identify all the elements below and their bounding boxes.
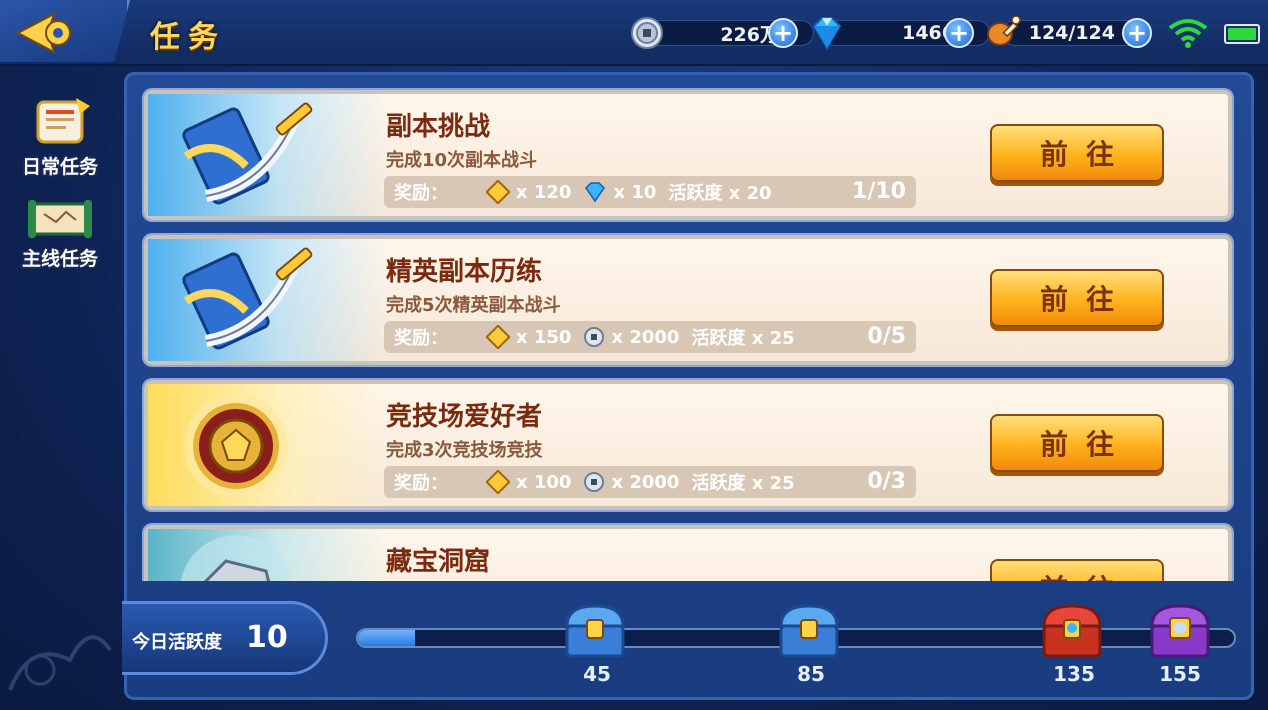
chest-45[interactable]	[563, 602, 627, 662]
reward-item: x 120	[486, 180, 571, 204]
reward-bar: 奖励： x 150 x 2000 活跃度 x 25 0/5	[384, 321, 916, 353]
reward-item: 活跃度 x 25	[691, 328, 795, 349]
coin-icon	[631, 17, 663, 49]
activity-label: 今日活跃度	[132, 632, 222, 653]
diamond-icon	[585, 182, 606, 203]
coin-icon	[584, 472, 605, 492]
chest-85[interactable]	[777, 602, 841, 662]
reward-item: x 2000	[583, 471, 679, 493]
reward-bar: 奖励： x 100 x 2000 活跃度 x 25 0/3	[384, 466, 916, 498]
task-title: 副本挑战	[386, 112, 491, 142]
task-description: 完成5次精英副本战斗	[386, 295, 561, 316]
sword-icon	[182, 247, 313, 350]
task-description: 完成3次竞技场竞技	[386, 440, 543, 461]
activity-value: 10	[246, 620, 288, 655]
reward-label: 奖励：	[394, 183, 448, 204]
tab-main-tasks[interactable]: 主线任务	[14, 196, 106, 271]
go-button[interactable]: 前往	[990, 124, 1164, 182]
ticket-icon	[486, 470, 510, 494]
reward-item: x 100	[486, 470, 571, 494]
red-chest-icon	[1042, 604, 1102, 658]
wifi-icon	[1168, 19, 1208, 48]
chest-135-label: 135	[1053, 662, 1095, 686]
go-button[interactable]: 前往	[990, 414, 1164, 472]
ticket-icon	[486, 325, 510, 349]
task-art	[148, 94, 388, 216]
reward-item: x 10	[583, 181, 656, 203]
back-arrow-icon	[15, 11, 71, 55]
drumstick-icon	[987, 15, 1021, 46]
add-coin-button[interactable]: +	[768, 18, 798, 48]
task-art	[148, 529, 388, 581]
task-progress: 0/5	[867, 324, 906, 349]
chest-155[interactable]	[1148, 602, 1212, 662]
go-button[interactable]: 前往	[990, 269, 1164, 327]
blue-chest-icon	[779, 604, 839, 658]
cloud-decoration-icon	[8, 635, 112, 691]
sword-icon	[182, 102, 313, 205]
task-card: 副本挑战 完成10次副本战斗 奖励： x 120 x 10 活跃度 x 20 1…	[144, 90, 1232, 220]
chest-85-label: 85	[797, 662, 825, 686]
reward-item: 活跃度 x 25	[691, 473, 795, 494]
diamond-resource: 1466 +	[806, 17, 990, 50]
activity-progress-fill	[358, 630, 415, 646]
back-button[interactable]	[0, 0, 130, 62]
reward-item: x 2000	[583, 326, 679, 348]
chest-135[interactable]	[1040, 602, 1104, 662]
reward-item: 活跃度 x 20	[668, 183, 772, 204]
purple-chest-icon	[1150, 604, 1210, 658]
battery-icon	[1224, 24, 1260, 44]
coin-icon	[584, 327, 605, 347]
tab-daily-tasks[interactable]: 日常任务	[14, 96, 106, 179]
activity-box: 今日活跃度 10	[122, 601, 328, 675]
reward-bar: 奖励： x 120 x 10 活跃度 x 20 1/10	[384, 176, 916, 208]
task-title: 精英副本历练	[386, 257, 543, 287]
task-card: 藏宝洞窟 前往	[144, 525, 1232, 581]
coin-resource: 226万 +	[630, 17, 814, 49]
add-stamina-button[interactable]: +	[1122, 18, 1152, 48]
task-art	[148, 239, 388, 361]
map-scroll-icon	[28, 200, 92, 238]
reward-label: 奖励：	[394, 328, 448, 349]
chest-45-label: 45	[583, 662, 611, 686]
ticket-icon	[486, 180, 510, 204]
add-diamond-button[interactable]: +	[944, 18, 974, 48]
task-title: 藏宝洞窟	[386, 547, 491, 577]
silver-ore-icon	[180, 535, 292, 581]
reward-label: 奖励：	[394, 473, 448, 494]
stamina-resource: 124/124 +	[986, 15, 1152, 48]
tab-daily-label: 日常任务	[21, 156, 98, 178]
task-title: 竞技场爱好者	[386, 402, 543, 432]
task-list[interactable]: 副本挑战 完成10次副本战斗 奖励： x 120 x 10 活跃度 x 20 1…	[140, 84, 1240, 581]
blue-chest-icon	[565, 604, 625, 658]
page-title: 任务	[150, 20, 226, 55]
task-description: 完成10次副本战斗	[386, 150, 538, 171]
task-progress: 1/10	[852, 179, 906, 204]
task-card: 精英副本历练 完成5次精英副本战斗 奖励： x 150 x 2000 活跃度 x…	[144, 235, 1232, 365]
daily-scroll-icon	[36, 98, 90, 144]
chest-155-label: 155	[1159, 662, 1201, 686]
diamond-icon	[812, 17, 842, 50]
task-card: 竞技场爱好者 完成3次竞技场竞技 奖励： x 100 x 2000 活跃度 x …	[144, 380, 1232, 510]
tab-main-label: 主线任务	[21, 248, 98, 270]
reward-item: x 150	[486, 325, 571, 349]
task-progress: 0/3	[867, 469, 906, 494]
medal-icon	[184, 394, 288, 498]
go-button[interactable]: 前往	[990, 559, 1164, 581]
task-art	[148, 384, 388, 506]
